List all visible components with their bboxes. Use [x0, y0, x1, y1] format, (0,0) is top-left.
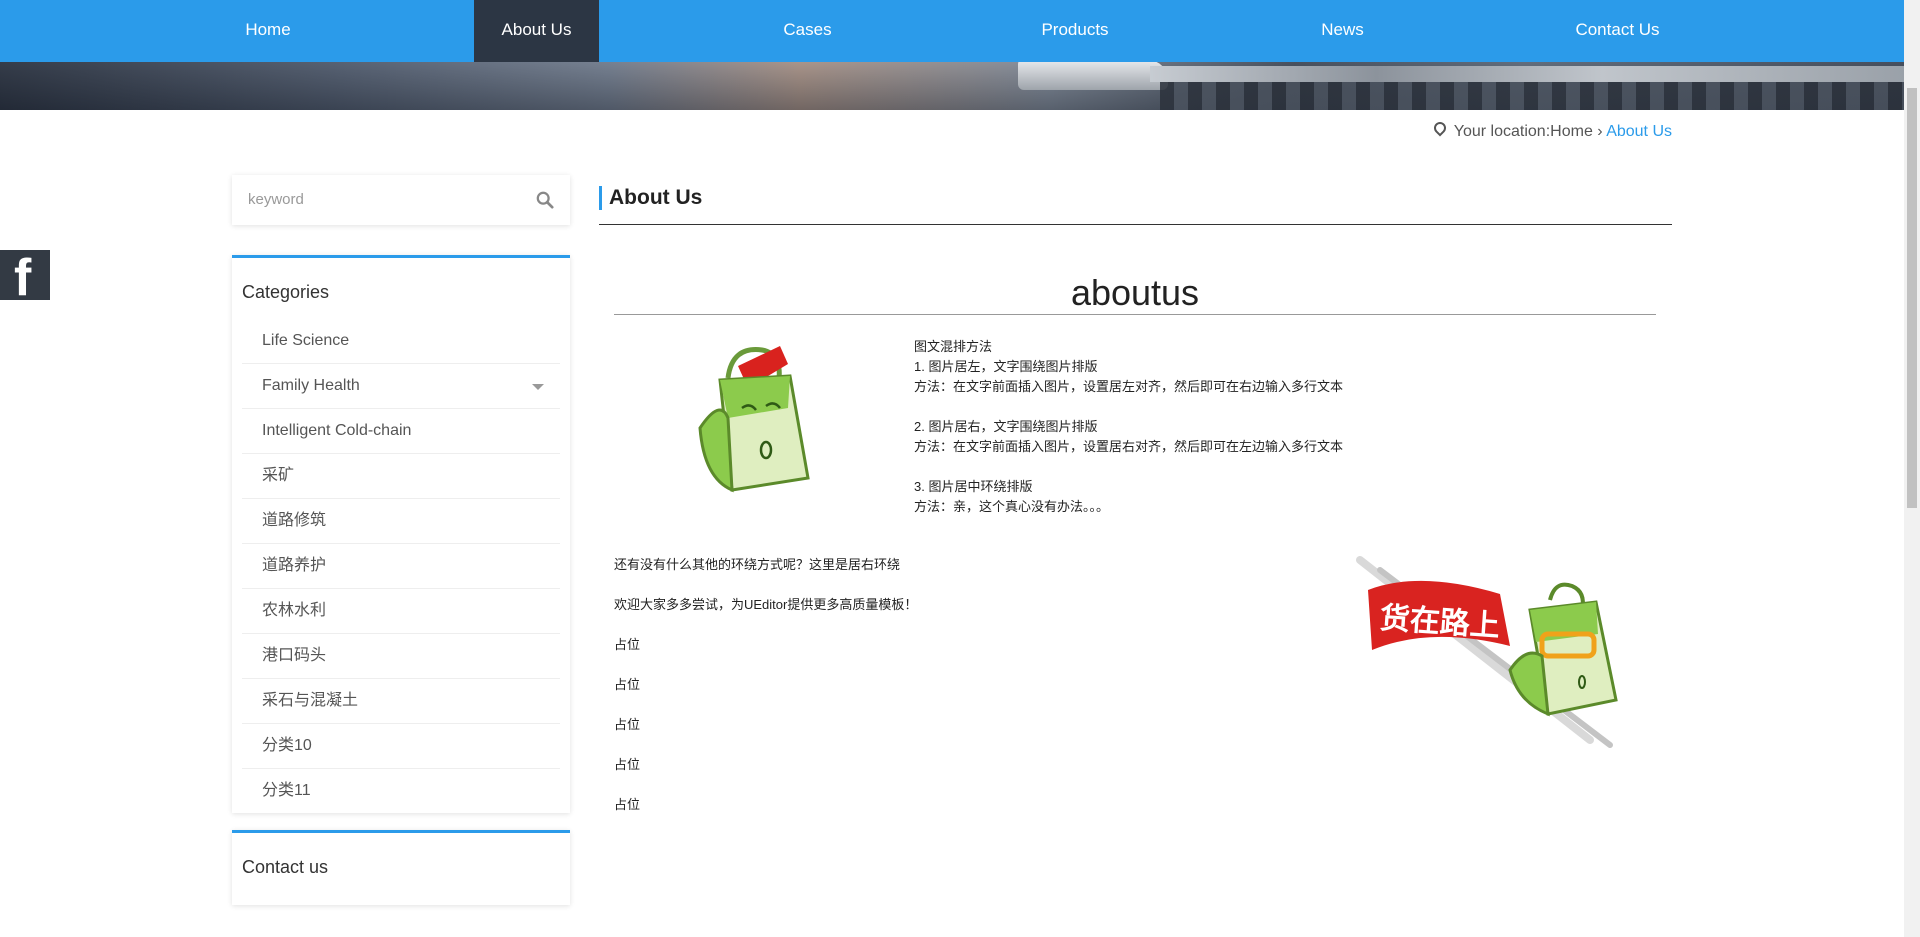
nav-about-us[interactable]: About Us	[474, 0, 599, 62]
nav-products[interactable]: Products	[1025, 0, 1125, 62]
categories-title: Categories	[242, 282, 330, 302]
facebook-icon: f	[14, 250, 32, 300]
shopping-bag-image	[698, 346, 810, 493]
float-text-line: 方法：在文字前面插入图片，设置居右对齐，然后即可在左边输入多行文本	[914, 439, 1344, 454]
chevron-down-icon[interactable]	[532, 384, 544, 390]
nav-news[interactable]: News	[1300, 0, 1385, 62]
body-line: 占位	[614, 717, 641, 732]
category-item[interactable]: Life Science	[242, 319, 560, 364]
search-box	[232, 175, 570, 225]
contact-title: Contact us	[242, 857, 329, 877]
nav-contact-us[interactable]: Contact Us	[1565, 0, 1670, 62]
category-item[interactable]: 分类10	[242, 724, 560, 769]
banner-boat	[1018, 60, 1168, 90]
category-item[interactable]: 采石与混凝土	[242, 679, 560, 724]
category-item[interactable]: 港口码头	[242, 634, 560, 679]
breadcrumb-home[interactable]: Home	[1550, 123, 1593, 140]
float-text-line	[914, 397, 1343, 417]
goods-on-road-image: 货在路上	[1356, 556, 1618, 748]
body-line: 还有没有什么其他的环绕方式呢？这里是居右环绕	[614, 557, 901, 572]
content-title: aboutus	[614, 272, 1656, 315]
banner-pier	[1150, 66, 1904, 82]
breadcrumb-prefix: Your location:	[1453, 123, 1551, 140]
category-item[interactable]: 农林水利	[242, 589, 560, 634]
category-item[interactable]: Family Health	[242, 364, 560, 409]
location-pin-icon	[1431, 119, 1449, 137]
categories-list: Life Science Family Health Intelligent C…	[242, 319, 560, 813]
category-item-label: Family Health	[262, 377, 360, 394]
breadcrumb-separator: ›	[1597, 123, 1603, 140]
body-line: 占位	[614, 797, 641, 812]
category-item[interactable]: 道路养护	[242, 544, 560, 589]
category-item[interactable]: 道路修筑	[242, 499, 560, 544]
category-item[interactable]: Intelligent Cold-chain	[242, 409, 560, 454]
float-text-line: 1. 图片居左，文字围绕图片排版	[914, 359, 1098, 374]
contact-panel: Contact us	[232, 830, 570, 905]
main-header: About Us	[599, 186, 1672, 225]
main-nav: Home About Us Cases Products News Contac…	[0, 0, 1904, 62]
body-line: 占位	[614, 757, 641, 772]
banner-pier-base	[1160, 82, 1904, 110]
category-item[interactable]: 采矿	[242, 454, 560, 499]
body-line: 占位	[614, 677, 641, 692]
breadcrumb: Your location:Home › About Us	[1431, 119, 1672, 142]
body-text-block: 还有没有什么其他的环绕方式呢？这里是居右环绕 欢迎大家多多尝试，为UEditor…	[614, 555, 917, 835]
float-text-line: 方法：亲，这个真心没有办法。。。	[914, 499, 1110, 514]
breadcrumb-current[interactable]: About Us	[1606, 123, 1672, 140]
nav-home[interactable]: Home	[228, 0, 308, 62]
float-text-line	[914, 457, 1343, 477]
float-text-line: 图文混排方法	[914, 339, 993, 354]
search-input[interactable]	[246, 190, 520, 209]
scrollbar-thumb[interactable]	[1907, 88, 1917, 508]
categories-panel: Categories Life Science Family Health In…	[232, 255, 570, 813]
float-text-line: 2. 图片居右，文字围绕图片排版	[914, 419, 1098, 434]
category-item[interactable]: 分类11	[242, 769, 560, 813]
body-line: 欢迎大家多多尝试，为UEditor提供更多高质量模板！	[614, 597, 918, 612]
float-text-line: 方法：在文字前面插入图片，设置居左对齐，然后即可在右边输入多行文本	[914, 379, 1344, 394]
facebook-button[interactable]: f	[0, 250, 50, 300]
header-accent-bar	[599, 186, 602, 210]
page-title: About Us	[609, 186, 703, 209]
float-text-line: 3. 图片居中环绕排版	[914, 479, 1033, 494]
float-text-block: 图文混排方法 1. 图片居左，文字围绕图片排版 方法：在文字前面插入图片，设置居…	[914, 337, 1343, 517]
page-scrollbar[interactable]	[1904, 0, 1920, 937]
nav-cases[interactable]: Cases	[760, 0, 855, 62]
body-line: 占位	[614, 637, 641, 652]
search-icon[interactable]	[536, 191, 554, 209]
